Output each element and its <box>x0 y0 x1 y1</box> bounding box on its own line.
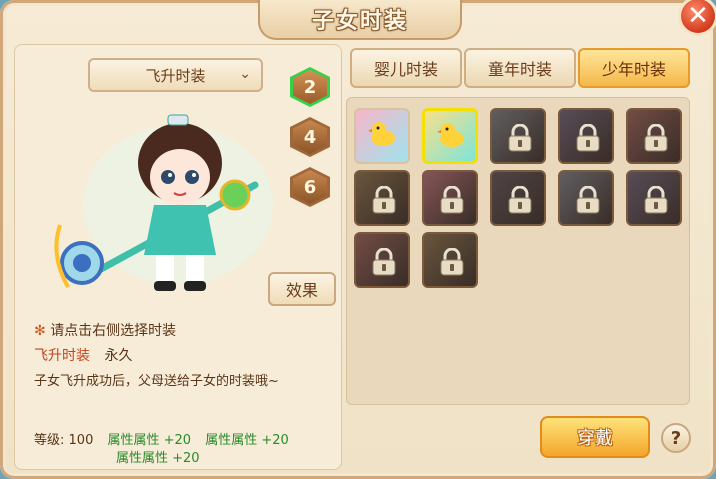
dropdown-selected: 飞升时装 <box>145 66 206 85</box>
wear-label: 穿戴 <box>577 428 613 449</box>
tab-label: 婴儿时装 <box>373 60 438 79</box>
outfit-slot[interactable] <box>490 108 546 164</box>
duck-icon <box>437 123 464 147</box>
outfit-slot[interactable] <box>490 170 546 226</box>
effect-label: 效果 <box>285 281 318 300</box>
close-button[interactable]: ✕ <box>678 0 716 36</box>
outfit-slot[interactable] <box>626 108 682 164</box>
lock-icon <box>644 124 668 152</box>
lock-icon <box>508 186 532 214</box>
outfit-slot[interactable] <box>354 232 410 288</box>
outfit-slot[interactable] <box>558 108 614 164</box>
lock-icon <box>440 248 464 276</box>
chevron-down-icon: ⌄ <box>239 66 251 82</box>
stage-label: 4 <box>303 126 317 148</box>
lock-icon <box>508 124 532 152</box>
lock-icon <box>440 186 464 214</box>
lock-icon <box>372 186 396 214</box>
outfit-slot[interactable] <box>626 170 682 226</box>
lock-icon <box>372 248 396 276</box>
outfit-slot[interactable] <box>558 170 614 226</box>
stat-line: 属性属性 +20 <box>205 433 289 448</box>
tab-child[interactable]: 童年时装 <box>464 48 576 88</box>
dialog-title: 子女时装 <box>311 8 408 34</box>
character-preview <box>54 114 273 291</box>
duck-icon <box>368 122 395 146</box>
close-icon: ✕ <box>687 1 709 31</box>
help-button[interactable]: ? <box>661 423 691 453</box>
lock-icon <box>644 186 668 214</box>
stat-line: 属性属性 +20 <box>107 433 192 448</box>
title-bar: 子女时装 <box>258 0 462 40</box>
outfit-description: 子女飞升成功后，父母送给子女的时装哦~ <box>34 374 279 389</box>
stage-label: 6 <box>303 176 317 198</box>
outfit-slot[interactable] <box>354 170 410 226</box>
asterisk-icon: ✻ <box>34 323 46 339</box>
wear-button[interactable]: 穿戴 <box>540 416 650 458</box>
stats-block: 等级: 100 属性属性 +20 属性属性 +20 属性属性 +20 <box>34 432 289 468</box>
outfit-name: 飞升时装 <box>34 348 90 364</box>
question-icon: ? <box>670 427 682 449</box>
outfit-category-dropdown[interactable]: 飞升时装 ⌄ <box>88 58 263 92</box>
outfit-info: 飞升时装 永久 <box>34 345 132 365</box>
level-label: 等级: <box>34 433 65 448</box>
tab-label: 童年时装 <box>487 60 552 79</box>
outfit-duration: 永久 <box>104 348 133 364</box>
stat-line: 属性属性 +20 <box>116 451 200 466</box>
stage-label: 2 <box>303 76 317 98</box>
lock-icon <box>576 186 600 214</box>
outfit-slot[interactable] <box>422 232 478 288</box>
outfit-slot[interactable] <box>422 108 478 164</box>
tab-infant[interactable]: 婴儿时装 <box>350 48 462 88</box>
effect-button[interactable]: 效果 <box>268 272 336 306</box>
tab-label: 少年时装 <box>601 60 666 79</box>
lock-icon <box>576 124 600 152</box>
outfit-slot[interactable] <box>354 108 410 164</box>
hint-label: 请点击右侧选择时装 <box>50 323 177 339</box>
tab-youth[interactable]: 少年时装 <box>578 48 690 88</box>
hint-text: ✻ 请点击右侧选择时装 <box>34 320 176 340</box>
level-value: 100 <box>68 433 94 448</box>
outfit-slot[interactable] <box>422 170 478 226</box>
